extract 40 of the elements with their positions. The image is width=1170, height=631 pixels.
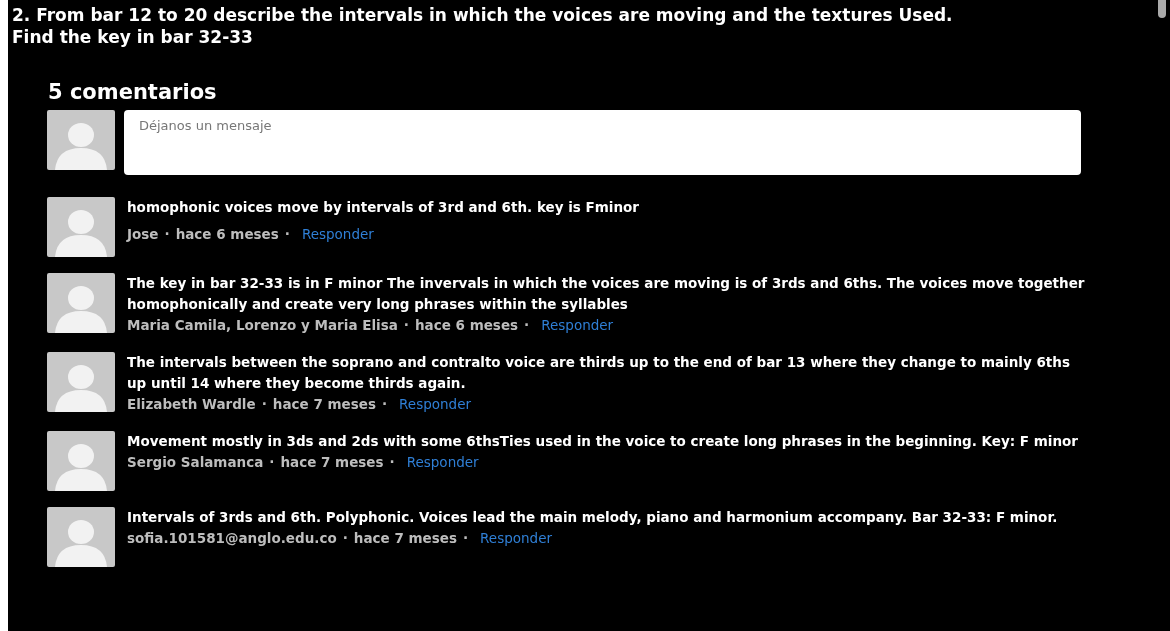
separator-dot: · (381, 395, 388, 414)
comment-time: hace 7 meses (280, 453, 384, 472)
comment-author: Elizabeth Wardle (127, 395, 256, 414)
comment-author: sofia.101581@anglo.edu.co (127, 529, 337, 548)
separator-dot: · (269, 453, 275, 472)
comment-text: The key in bar 32-33 is in F minor The invervals in which the voices are moving is of 3rds and 6ths. The voices move together homophonically and create very long phrases within the syllables (127, 274, 1086, 314)
avatar-icon (47, 273, 115, 333)
separator-dot: · (284, 225, 290, 244)
separator-dot: · (524, 316, 530, 335)
separator-dot: · (403, 316, 409, 335)
reply-link[interactable]: Responder (541, 315, 614, 336)
reply-link[interactable]: Responder (406, 452, 479, 473)
comment-text: homophonic voices move by intervals of 3rd and 6th. key is Fminor (127, 198, 640, 217)
comment-time: hace 6 meses (414, 316, 519, 335)
separator-dot: · (164, 225, 170, 244)
comments-heading: 5 comentarios (48, 79, 218, 106)
separator-dot: · (342, 529, 348, 548)
separator-dot: · (389, 453, 395, 472)
reply-link[interactable]: Responder (480, 528, 552, 549)
avatar-icon (47, 431, 115, 491)
question-text: 2. From bar 12 to 20 describe the intervals in which the voices are moving and the textures Used. Find the key in bar 32-33 (12, 4, 954, 48)
avatar-icon (47, 110, 115, 170)
comment-time: hace 7 meses (353, 529, 457, 548)
separator-dot: · (261, 395, 267, 414)
comment-author: Sergio Salamanca (127, 453, 264, 472)
avatar-icon (47, 352, 115, 412)
reply-link[interactable]: Responder (399, 394, 471, 415)
comment-text: The intervals between the soprano and contralto voice are thirds up to the end of bar 13 where they change to mainly 6ths up until 14 where they become thirds again. (127, 353, 1071, 393)
comment-time: hace 6 meses (175, 225, 279, 244)
comment-author: Jose (127, 225, 159, 244)
comment-text: Movement mostly in 3ds and 2ds with some 6thsTies used in the voice to create long phrases in the beginning. Key: F minor (127, 432, 1079, 451)
separator-dot: · (462, 529, 469, 548)
avatar-icon (47, 507, 115, 567)
avatar-icon (47, 197, 115, 257)
comment-time: hace 7 meses (272, 395, 376, 414)
reply-link[interactable]: Responder (301, 224, 374, 245)
comment-text: Intervals of 3rds and 6th. Polyphonic. Voices lead the main melody, piano and harmonium accompany. Bar 32-33: F minor. (127, 508, 1059, 527)
message-field[interactable]: Déjanos un mensaje (124, 110, 1081, 175)
scrollbar-thumb[interactable] (1158, 0, 1166, 18)
comment-author: Maria Camila, Lorenzo y Maria Elisa (127, 316, 398, 335)
